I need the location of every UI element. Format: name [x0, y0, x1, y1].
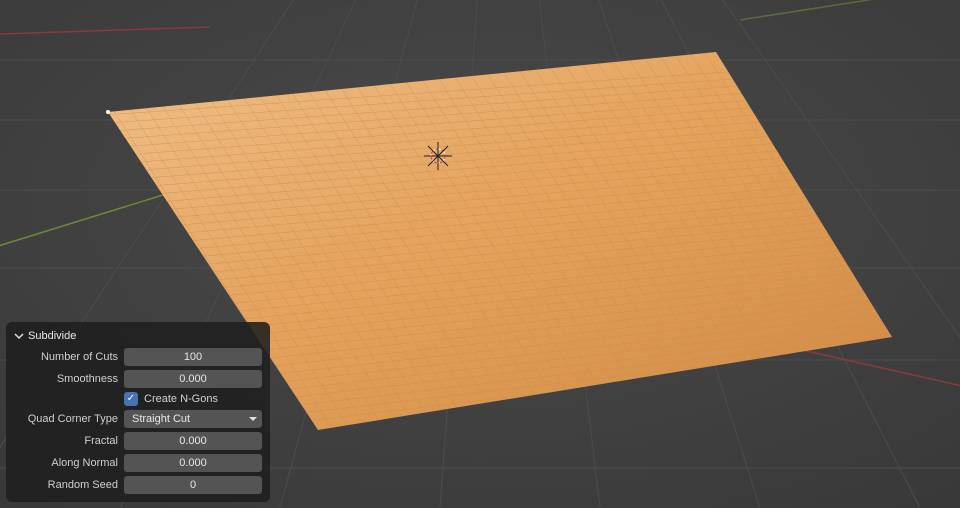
quad-corner-type-label: Quad Corner Type — [14, 413, 118, 425]
smoothness-field[interactable]: 0.000 — [124, 370, 262, 388]
fractal-label: Fractal — [14, 435, 118, 447]
smoothness-label: Smoothness — [14, 373, 118, 385]
random-seed-field[interactable]: 0 — [124, 476, 262, 494]
operator-panel-header[interactable]: Subdivide — [14, 328, 262, 348]
checkmark-icon: ✓ — [124, 392, 138, 406]
chevron-down-icon — [249, 417, 257, 421]
along-normal-label: Along Normal — [14, 457, 118, 469]
number-of-cuts-label: Number of Cuts — [14, 351, 118, 363]
operator-title: Subdivide — [28, 330, 76, 342]
along-normal-field[interactable]: 0.000 — [124, 454, 262, 472]
create-ngons-checkbox[interactable]: ✓ Create N-Gons — [124, 392, 262, 406]
cursor-3d — [424, 142, 452, 170]
operator-panel: Subdivide Number of Cuts 100 Smoothness … — [6, 322, 270, 502]
number-of-cuts-field[interactable]: 100 — [124, 348, 262, 366]
create-ngons-label: Create N-Gons — [144, 393, 218, 405]
chevron-down-icon — [14, 331, 24, 341]
quad-corner-type-select[interactable]: Straight Cut — [124, 410, 262, 428]
random-seed-label: Random Seed — [14, 479, 118, 491]
fractal-field[interactable]: 0.000 — [124, 432, 262, 450]
